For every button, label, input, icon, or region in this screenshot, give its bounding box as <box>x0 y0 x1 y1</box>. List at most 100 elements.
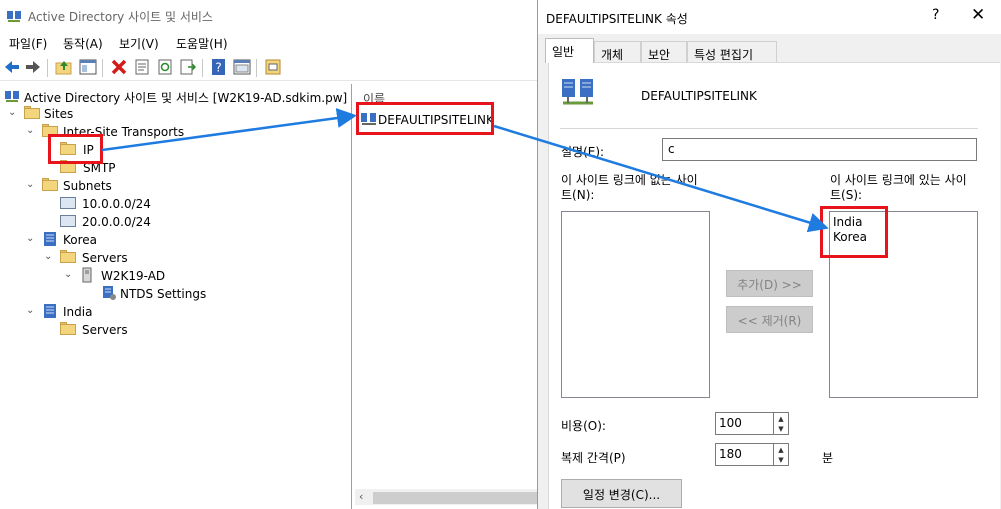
tree-node-india-servers[interactable]: Servers <box>60 321 260 339</box>
tree-label: Sites <box>44 107 74 121</box>
toolbar-separator <box>202 59 203 77</box>
folder-icon <box>60 322 76 335</box>
tab-general[interactable]: 일반 <box>545 38 594 63</box>
tree-node-subnet-20[interactable]: 20.0.0.0/24 <box>60 213 210 231</box>
cost-input[interactable]: 100 <box>715 412 774 435</box>
ad-sites-icon <box>5 91 19 102</box>
scrollbar-thumb[interactable] <box>373 492 540 504</box>
tab-attribute-editor[interactable]: 특성 편집기 <box>687 41 777 63</box>
general-tab-page: DEFAULTIPSITELINK 설명(E): c 이 사이트 링크에 없는 … <box>548 62 1000 509</box>
tree-label: India <box>63 305 93 319</box>
sites-in-link-label-cont: 트(S): <box>830 188 863 202</box>
ad-sites-icon <box>7 11 21 22</box>
separator <box>560 128 978 129</box>
sites-not-in-link-list[interactable] <box>561 211 710 398</box>
chevron-down-icon[interactable]: ⌄ <box>8 108 18 118</box>
svg-text:?: ? <box>215 61 221 75</box>
export-list-icon[interactable] <box>179 58 197 76</box>
cost-spinner[interactable]: ▲ ▼ <box>773 412 789 435</box>
tree-node-server[interactable]: ⌄ W2K19-AD <box>64 267 264 285</box>
tree-label: W2K19-AD <box>101 269 166 283</box>
tree-node-ntds-settings[interactable]: NTDS Settings <box>101 285 301 303</box>
window-title: Active Directory 사이트 및 서비스 <box>28 10 213 24</box>
tree-node-subnet-10[interactable]: 10.0.0.0/24 <box>60 195 210 213</box>
add-button[interactable]: 추가(D) >> <box>726 270 813 297</box>
toolbar-separator <box>102 59 103 77</box>
cost-label: 비용(O): <box>561 419 606 433</box>
menu-bar: 파일(F) 동작(A) 보기(V) 도움말(H) <box>0 31 540 53</box>
tree-label: Servers <box>82 323 128 337</box>
subnet-icon <box>60 215 76 227</box>
properties-icon[interactable] <box>133 58 151 76</box>
highlight-sites-in-link <box>820 206 888 258</box>
chevron-down-icon[interactable]: ⌄ <box>26 234 36 244</box>
tab-object[interactable]: 개체 <box>594 41 641 63</box>
chevron-down-icon[interactable]: ⌄ <box>26 180 36 190</box>
delete-icon[interactable] <box>110 58 128 76</box>
title-bar: Active Directory 사이트 및 서비스 <box>0 0 540 30</box>
chevron-down-icon[interactable]: ⌄ <box>64 270 74 280</box>
console-icon[interactable] <box>233 58 251 76</box>
tree-node-sites[interactable]: ⌄ Sites <box>8 105 208 123</box>
help-button[interactable]: ? <box>932 7 939 23</box>
description-input[interactable]: c <box>662 138 977 161</box>
tree-label: Servers <box>82 251 128 265</box>
interval-input[interactable]: 180 <box>715 443 774 466</box>
tree-node-korea-servers[interactable]: ⌄ Servers <box>44 249 244 267</box>
tab-label: 개체 <box>601 48 624 62</box>
up-folder-icon[interactable] <box>55 58 73 76</box>
menu-file[interactable]: 파일(F) <box>9 35 47 52</box>
tab-label: 일반 <box>552 45 575 59</box>
server-icon <box>82 267 92 283</box>
tree-label: Subnets <box>63 179 112 193</box>
spin-down-icon[interactable]: ▼ <box>774 454 788 466</box>
horizontal-scrollbar[interactable]: ‹ <box>355 489 540 505</box>
chevron-down-icon[interactable]: ⌄ <box>44 252 54 262</box>
object-name: DEFAULTIPSITELINK <box>641 89 757 103</box>
highlight-site-link <box>356 102 494 135</box>
subnet-icon <box>60 197 76 209</box>
sites-not-in-link-label-cont: 트(N): <box>561 188 595 202</box>
folder-icon <box>24 106 40 119</box>
details-pane: 이름 DEFAULTIPSITELINK <box>353 84 540 509</box>
scroll-left-icon[interactable]: ‹ <box>359 490 363 503</box>
interval-spinner[interactable]: ▲ ▼ <box>773 443 789 466</box>
tree-node-subnets[interactable]: ⌄ Subnets <box>26 177 226 195</box>
remove-button[interactable]: << 제거(R) <box>726 306 813 333</box>
interval-value: 180 <box>719 447 742 461</box>
properties-dialog: DEFAULTIPSITELINK 속성 ? ✕ 일반 개체 보안 특성 편집기… <box>537 0 1001 509</box>
tree-node-root[interactable]: Active Directory 사이트 및 서비스 [W2K19-AD.sdk… <box>4 87 348 105</box>
back-arrow-icon[interactable] <box>3 58 21 76</box>
toolbar-separator <box>47 59 48 77</box>
site-icon <box>44 304 56 318</box>
description-value: c <box>668 142 675 156</box>
menu-action[interactable]: 동작(A) <box>63 35 103 52</box>
tree-label: 10.0.0.0/24 <box>82 197 151 211</box>
tab-label: 보안 <box>648 48 671 62</box>
toolbar-separator <box>256 59 257 77</box>
connect-icon[interactable] <box>264 58 282 76</box>
toolbar: ? <box>0 55 540 81</box>
tab-security[interactable]: 보안 <box>641 41 687 63</box>
tree-label: 20.0.0.0/24 <box>82 215 151 229</box>
help-icon[interactable]: ? <box>210 58 228 76</box>
close-icon[interactable]: ✕ <box>971 5 985 25</box>
forward-arrow-icon[interactable] <box>24 58 42 76</box>
tree-node-korea[interactable]: ⌄ Korea <box>26 231 226 249</box>
folder-icon <box>60 250 76 263</box>
change-schedule-button[interactable]: 일정 변경(C)... <box>561 479 682 508</box>
interval-label: 복제 간격(P) <box>561 451 626 465</box>
chevron-down-icon[interactable]: ⌄ <box>26 126 36 136</box>
tab-label: 특성 편집기 <box>694 48 754 62</box>
menu-view[interactable]: 보기(V) <box>119 35 159 52</box>
tree-label: Active Directory 사이트 및 서비스 [W2K19-AD.sdk… <box>24 91 348 105</box>
site-icon <box>44 232 56 246</box>
spin-down-icon[interactable]: ▼ <box>774 423 788 435</box>
refresh-icon[interactable] <box>156 58 174 76</box>
tree-label: NTDS Settings <box>120 287 207 301</box>
tree-node-india[interactable]: ⌄ India <box>26 303 226 321</box>
menu-help[interactable]: 도움말(H) <box>176 35 228 52</box>
show-hide-tree-icon[interactable] <box>79 58 97 76</box>
tree-label: Korea <box>63 233 98 247</box>
chevron-down-icon[interactable]: ⌄ <box>26 306 36 316</box>
